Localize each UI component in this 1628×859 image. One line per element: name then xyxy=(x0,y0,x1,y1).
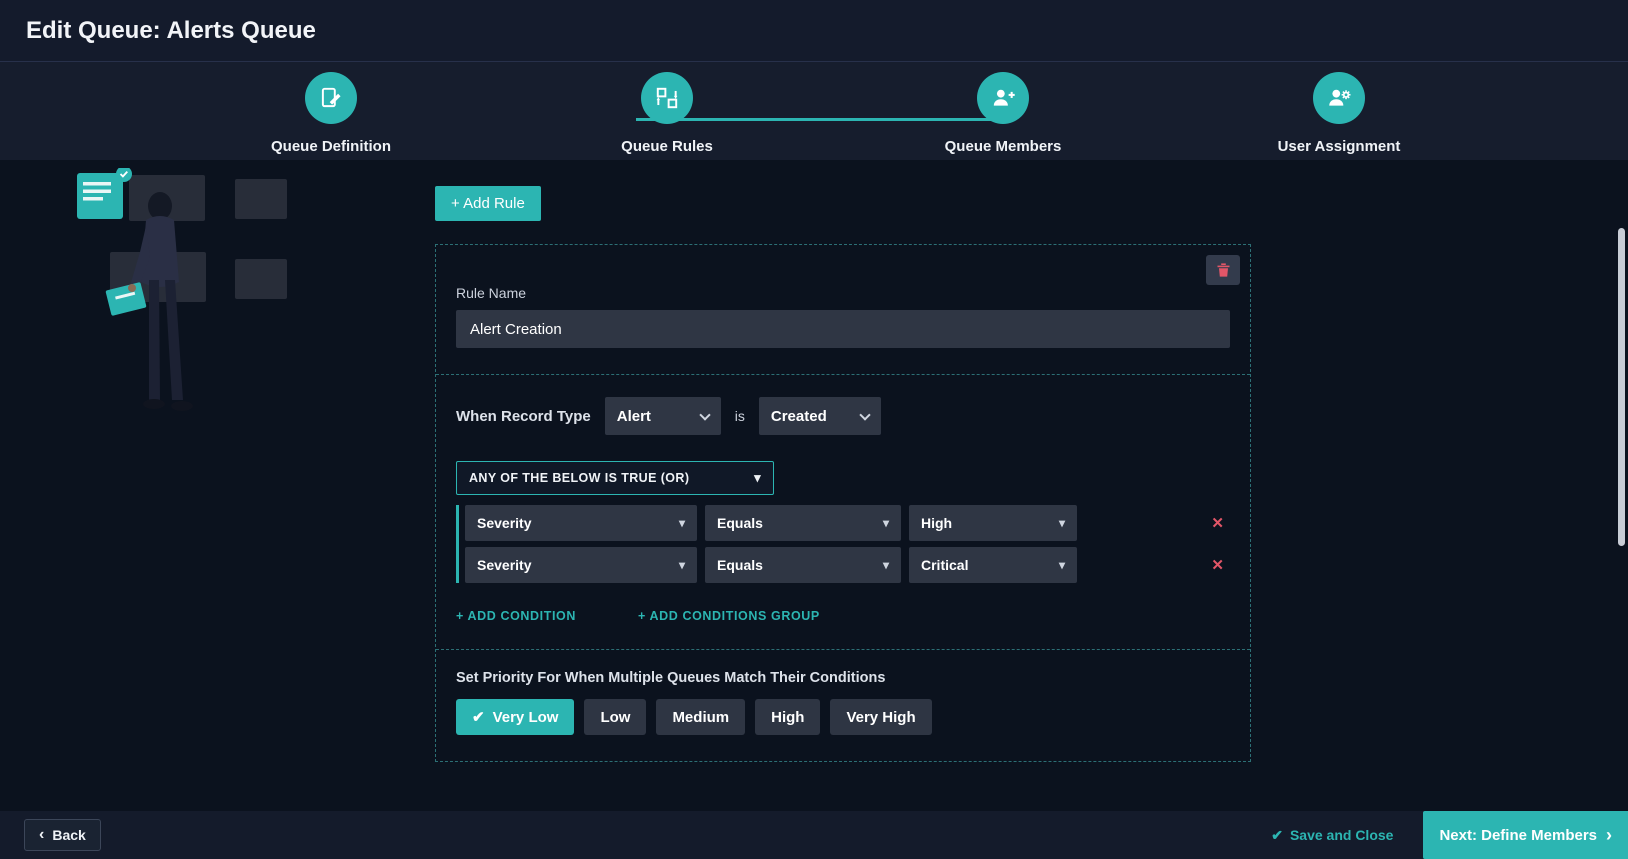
priority-label: Set Priority For When Multiple Queues Ma… xyxy=(456,670,886,686)
condition-value: Critical xyxy=(921,557,969,573)
when-record-type-row: When Record Type Alert is Created xyxy=(456,397,1230,435)
next-define-members-button[interactable]: Next: Define Members › xyxy=(1423,811,1628,859)
condition-field-value: Severity xyxy=(477,515,532,531)
condition-group-operator-select[interactable]: ANY OF THE BELOW IS TRUE (OR) ▾ xyxy=(456,461,774,495)
step-label: Queue Members xyxy=(944,138,1062,155)
add-conditions-group-button[interactable]: + ADD CONDITIONS GROUP xyxy=(638,609,820,623)
record-type-value: Alert xyxy=(616,407,651,425)
check-icon: ✔ xyxy=(472,709,485,726)
steps-wrap: Queue Definition Queue Rules Queue Membe… xyxy=(271,72,1400,155)
condition-value: High xyxy=(921,515,953,531)
priority-high-button[interactable]: High xyxy=(755,699,821,735)
condition-field-value: Severity xyxy=(477,557,532,573)
window-header: Edit Queue: Alerts Queue xyxy=(0,0,1628,62)
condition-row: Severity ▾ Equals ▾ Critical ▾ ✕ xyxy=(465,547,1230,583)
condition-operator-select[interactable]: Equals ▾ xyxy=(705,505,901,541)
step-label: User Assignment xyxy=(1277,138,1401,155)
save-and-close-label: Save and Close xyxy=(1289,827,1394,843)
condition-row: Severity ▾ Equals ▾ High ▾ ✕ xyxy=(465,505,1230,541)
when-record-type-label: When Record Type xyxy=(456,407,591,425)
footer-bar: ‹ Back ✔ Save and Close Next: Define Mem… xyxy=(0,811,1628,859)
condition-actions: + ADD CONDITION + ADD CONDITIONS GROUP xyxy=(456,609,1230,623)
step-user-assignment[interactable]: User Assignment xyxy=(1278,72,1400,155)
chevron-down-icon: ▾ xyxy=(754,470,761,485)
rules-area: + Add Rule Rule Name When Record T xyxy=(435,186,1251,762)
is-label: is xyxy=(734,408,745,424)
priority-option-label: Medium xyxy=(672,708,730,726)
step-queue-rules[interactable]: Queue Rules xyxy=(621,72,713,155)
back-button[interactable]: ‹ Back xyxy=(24,819,101,851)
chevron-right-icon: › xyxy=(1606,825,1612,845)
chevron-down-icon: ▾ xyxy=(678,558,685,572)
add-rule-button[interactable]: + Add Rule xyxy=(435,186,541,221)
priority-option-label: Low xyxy=(600,708,631,726)
rule-name-section: Rule Name xyxy=(436,245,1250,374)
condition-operator-value: Equals xyxy=(717,557,763,573)
chevron-down-icon: ▾ xyxy=(678,516,685,530)
chevron-down-icon: ▾ xyxy=(882,558,889,572)
condition-value-select[interactable]: High ▾ xyxy=(909,505,1077,541)
priority-very-high-button[interactable]: Very High xyxy=(830,699,932,735)
condition-field-select[interactable]: Severity ▾ xyxy=(465,505,697,541)
priority-section: Set Priority For When Multiple Queues Ma… xyxy=(436,650,1250,761)
trash-icon xyxy=(1217,263,1229,277)
record-type-select[interactable]: Alert xyxy=(604,397,721,435)
priority-option-label: High xyxy=(771,708,805,726)
person-gear-icon xyxy=(1329,89,1351,106)
group-operator-value: ANY OF THE BELOW IS TRUE (OR) xyxy=(469,471,690,485)
step-circle[interactable] xyxy=(977,72,1029,124)
rule-panel: Rule Name When Record Type Alert is Crea… xyxy=(435,244,1251,762)
document-edit-icon xyxy=(321,87,341,108)
swap-boxes-icon xyxy=(656,87,678,109)
chevron-down-icon xyxy=(859,408,871,421)
condition-operator-select[interactable]: Equals ▾ xyxy=(705,547,901,583)
priority-very-low-button[interactable]: ✔ Very Low xyxy=(456,699,575,735)
back-button-label: Back xyxy=(52,827,86,843)
priority-options: ✔ Very Low Low Medium High Very High xyxy=(456,699,1230,735)
chevron-down-icon: ▾ xyxy=(882,516,889,530)
record-event-value: Created xyxy=(770,407,827,425)
conditions-section: When Record Type Alert is Created ANY OF… xyxy=(436,375,1250,649)
chevron-down-icon: ▾ xyxy=(1058,516,1065,530)
condition-group: Severity ▾ Equals ▾ High ▾ ✕ Severity ▾ … xyxy=(456,505,1230,583)
vertical-scrollbar[interactable] xyxy=(1618,228,1625,546)
step-label: Queue Rules xyxy=(621,138,713,155)
save-and-close-button[interactable]: ✔ Save and Close xyxy=(1271,827,1393,844)
priority-option-label: Very Low xyxy=(492,708,559,726)
step-queue-members[interactable]: Queue Members xyxy=(945,72,1061,155)
chevron-down-icon: ▾ xyxy=(1058,558,1065,572)
delete-rule-button[interactable] xyxy=(1206,255,1240,285)
priority-medium-button[interactable]: Medium xyxy=(656,699,746,735)
rule-name-label: Rule Name xyxy=(456,285,527,301)
record-event-select[interactable]: Created xyxy=(758,397,881,435)
wizard-stepper: Queue Definition Queue Rules Queue Membe… xyxy=(0,62,1628,160)
page-title: Edit Queue: Alerts Queue xyxy=(26,16,316,44)
chevron-down-icon xyxy=(699,408,711,421)
chevron-left-icon: ‹ xyxy=(39,826,45,843)
next-button-label: Next: Define Members xyxy=(1439,826,1597,844)
step-circle[interactable] xyxy=(1313,72,1365,124)
condition-value-select[interactable]: Critical ▾ xyxy=(909,547,1077,583)
step-circle[interactable] xyxy=(305,72,357,124)
check-icon: ✔ xyxy=(1271,826,1283,843)
remove-condition-button[interactable]: ✕ xyxy=(1211,514,1224,532)
add-condition-button[interactable]: + ADD CONDITION xyxy=(456,609,576,623)
person-add-icon xyxy=(993,89,1015,106)
illustration xyxy=(72,166,302,435)
condition-field-select[interactable]: Severity ▾ xyxy=(465,547,697,583)
step-label: Queue Definition xyxy=(271,138,391,155)
step-circle[interactable] xyxy=(641,72,693,124)
condition-operator-value: Equals xyxy=(717,515,763,531)
main-content: + Add Rule Rule Name When Record T xyxy=(0,160,1628,811)
rule-name-input[interactable] xyxy=(456,310,1230,348)
step-queue-definition[interactable]: Queue Definition xyxy=(271,72,391,155)
priority-low-button[interactable]: Low xyxy=(584,699,647,735)
remove-condition-button[interactable]: ✕ xyxy=(1211,556,1224,574)
priority-option-label: Very High xyxy=(846,708,916,726)
